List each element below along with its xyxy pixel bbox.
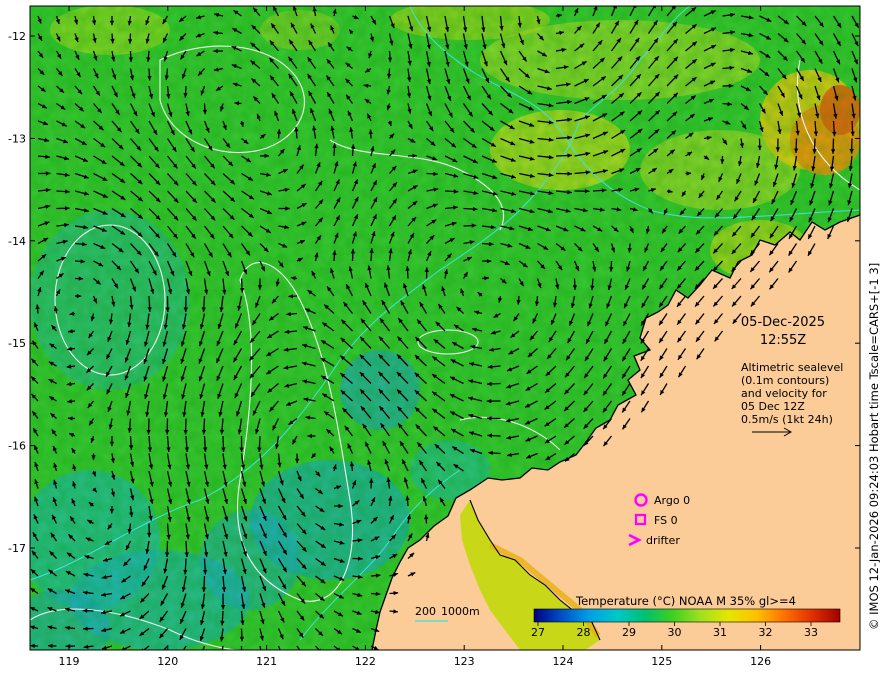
velocity-arrowhead	[279, 651, 283, 656]
lon-tick-label: 122	[355, 655, 376, 668]
lon-tick-label: 119	[59, 655, 80, 668]
lat-tick-label: -17	[8, 542, 26, 555]
lon-tick-label: 124	[553, 655, 574, 668]
info-line: 05 Dec 12Z	[741, 400, 805, 413]
lon-tick-label: 125	[651, 655, 672, 668]
lat-tick-label: -12	[8, 30, 26, 43]
info-line: Altimetric sealevel	[741, 361, 843, 374]
velocity-arrowhead	[239, 653, 243, 658]
info-line: (0.1m contours)	[741, 374, 829, 387]
lon-tick-label: 120	[157, 655, 178, 668]
lat-tick-label: -13	[8, 132, 26, 145]
velocity-arrowhead	[200, 652, 204, 657]
ocean-temperature-map: 119 120 121 122 123 124 125 126 -12 -13 -14 -15 -16 -…	[8, 5, 880, 668]
lat-tick-label: -15	[8, 337, 26, 350]
velocity-arrowhead	[180, 651, 184, 656]
colorbar-tick-label: 31	[713, 626, 727, 639]
lon-tick-label: 126	[750, 655, 771, 668]
fs-label: FS 0	[654, 514, 678, 527]
colorbar-title: Temperature (°C) NOAA M 35% gl>=4	[575, 594, 796, 608]
date-label: 05-Dec-2025	[741, 315, 825, 330]
info-line: 0.5m/s (1kt 24h)	[741, 413, 833, 426]
credit-text: © IMOS 12-Jan-2026 09:24:03 Hobart time …	[867, 263, 880, 630]
info-line: and velocity for	[741, 387, 827, 400]
colorbar-tick-label: 33	[804, 626, 818, 639]
time-label: 12:55Z	[760, 333, 806, 348]
depth-label-1000: 1000m	[441, 605, 480, 618]
plot-area	[30, 6, 860, 658]
velocity-arrowhead	[161, 649, 162, 650]
colorbar-tick-label: 27	[531, 626, 545, 639]
colorbar-tick-label: 30	[668, 626, 682, 639]
colorbar-gradient	[533, 608, 841, 623]
depth-label-200: 200	[415, 605, 436, 618]
lon-tick-label: 123	[454, 655, 475, 668]
lat-tick-label: -14	[8, 235, 26, 248]
colorbar-tick-label: 32	[759, 626, 773, 639]
colorbar-tick-label: 28	[577, 626, 591, 639]
lat-tick-label: -16	[8, 440, 26, 453]
velocity-arrowhead	[220, 653, 224, 658]
argo-label: Argo 0	[654, 494, 690, 507]
drifter-label: drifter	[646, 534, 680, 547]
lon-tick-label: 121	[256, 655, 277, 668]
colorbar-tick-label: 29	[622, 626, 636, 639]
